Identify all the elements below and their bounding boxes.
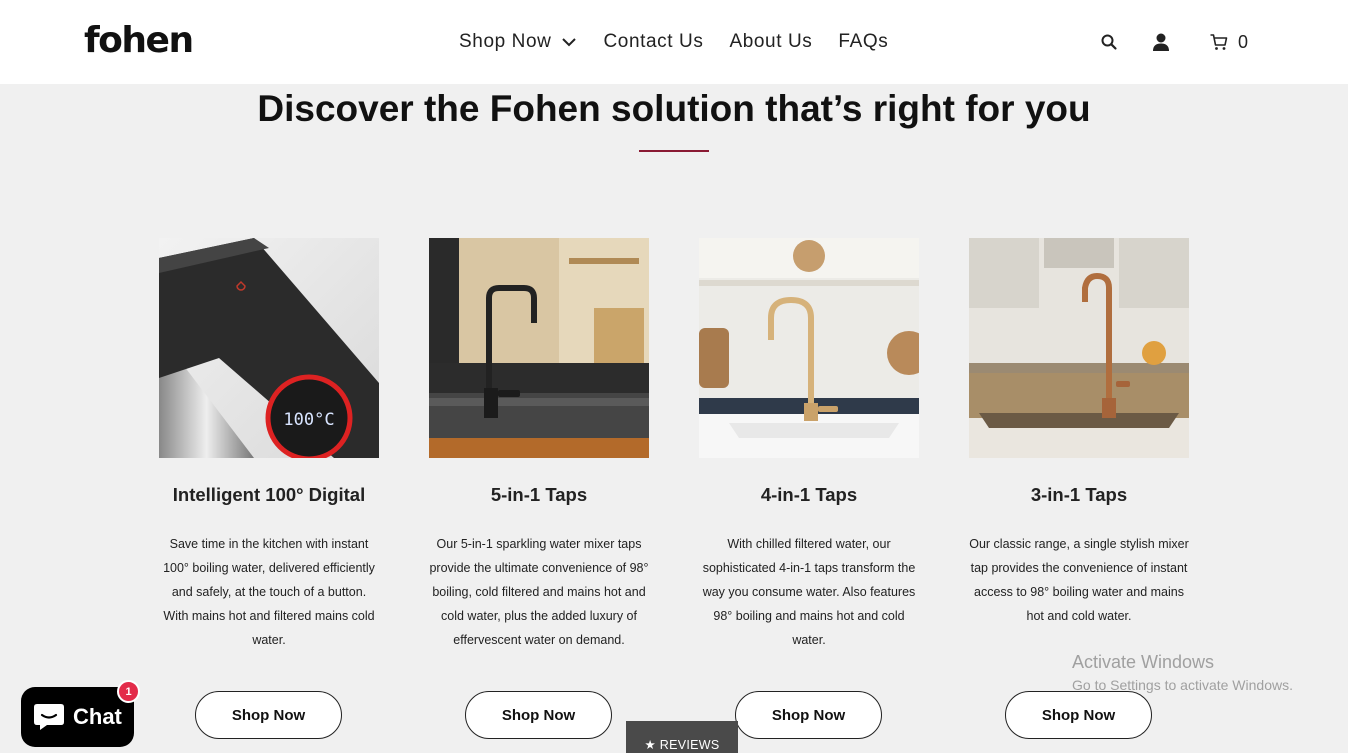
product-description: With chilled filtered water, our sophist…: [702, 537, 916, 647]
activate-windows-watermark: Activate Windows Go to Settings to activ…: [1072, 652, 1293, 693]
product-card-digital: 100°C Intelligent 100° Digital Save time…: [159, 238, 379, 739]
nav-contact-us[interactable]: Contact Us: [603, 31, 703, 53]
chat-label: Chat: [73, 704, 122, 729]
product-description: Our classic range, a single stylish mixe…: [969, 537, 1189, 623]
product-card-3in1: 3-in-1 Taps Our classic range, a single …: [969, 238, 1189, 739]
site-header: fohen Shop Now Contact Us About Us FAQs …: [0, 0, 1348, 84]
product-card-5in1: 5-in-1 Taps Our 5-in-1 sparkling water m…: [429, 238, 649, 739]
product-image-5in1[interactable]: [429, 238, 649, 458]
watermark-title: Activate Windows: [1072, 652, 1215, 672]
product-description: Our 5-in-1 sparkling water mixer taps pr…: [429, 537, 649, 647]
shop-now-button-5in1[interactable]: Shop Now: [465, 691, 612, 739]
product-description: Save time in the kitchen with instant 10…: [163, 537, 375, 647]
shop-now-button-digital[interactable]: Shop Now: [195, 691, 342, 739]
chat-notification-badge: 1: [117, 680, 140, 703]
product-title: Intelligent 100° Digital: [172, 484, 366, 505]
nav-about-us[interactable]: About Us: [729, 31, 812, 53]
product-title: 3-in-1 Taps: [1030, 484, 1128, 505]
black-tap-image: [429, 238, 649, 458]
cart-icon: [1210, 34, 1228, 50]
shop-now-button-3in1[interactable]: Shop Now: [1005, 691, 1152, 739]
product-image-3in1[interactable]: [969, 238, 1189, 458]
gold-tap-image: [699, 238, 919, 458]
product-image-4in1[interactable]: [699, 238, 919, 458]
logo[interactable]: fohen: [84, 20, 194, 61]
watermark-subtitle: Go to Settings to activate Windows.: [1072, 677, 1293, 693]
user-icon: [1153, 33, 1169, 51]
digital-display-reading: 100°C: [283, 410, 334, 430]
product-title: 5-in-1 Taps: [490, 484, 588, 505]
main-nav: Shop Now Contact Us About Us FAQs: [459, 31, 888, 53]
nav-shop-now-label: Shop Now: [459, 31, 552, 52]
cart-count[interactable]: 0: [1238, 32, 1248, 53]
digital-tap-image: 100°C: [159, 238, 379, 458]
page-title: Discover the Fohen solution that’s right…: [257, 88, 1091, 129]
copper-tap-image: [969, 238, 1189, 458]
product-title: 4-in-1 Taps: [760, 484, 858, 505]
shop-now-button-4in1[interactable]: Shop Now: [735, 691, 882, 739]
chevron-down-icon: [562, 38, 577, 47]
nav-shop-now[interactable]: Shop Now: [459, 31, 577, 53]
product-card-4in1: 4-in-1 Taps With chilled filtered water,…: [699, 238, 919, 739]
search-icon: [1101, 34, 1117, 50]
account-button[interactable]: [1150, 30, 1172, 54]
nav-faqs[interactable]: FAQs: [838, 31, 888, 53]
product-image-digital[interactable]: 100°C: [159, 238, 379, 458]
title-divider: [639, 150, 709, 152]
search-button[interactable]: [1098, 30, 1120, 54]
reviews-tab[interactable]: ★ REVIEWS: [626, 721, 738, 753]
cart-button[interactable]: [1208, 30, 1230, 54]
chat-bubble-icon: [34, 704, 64, 730]
